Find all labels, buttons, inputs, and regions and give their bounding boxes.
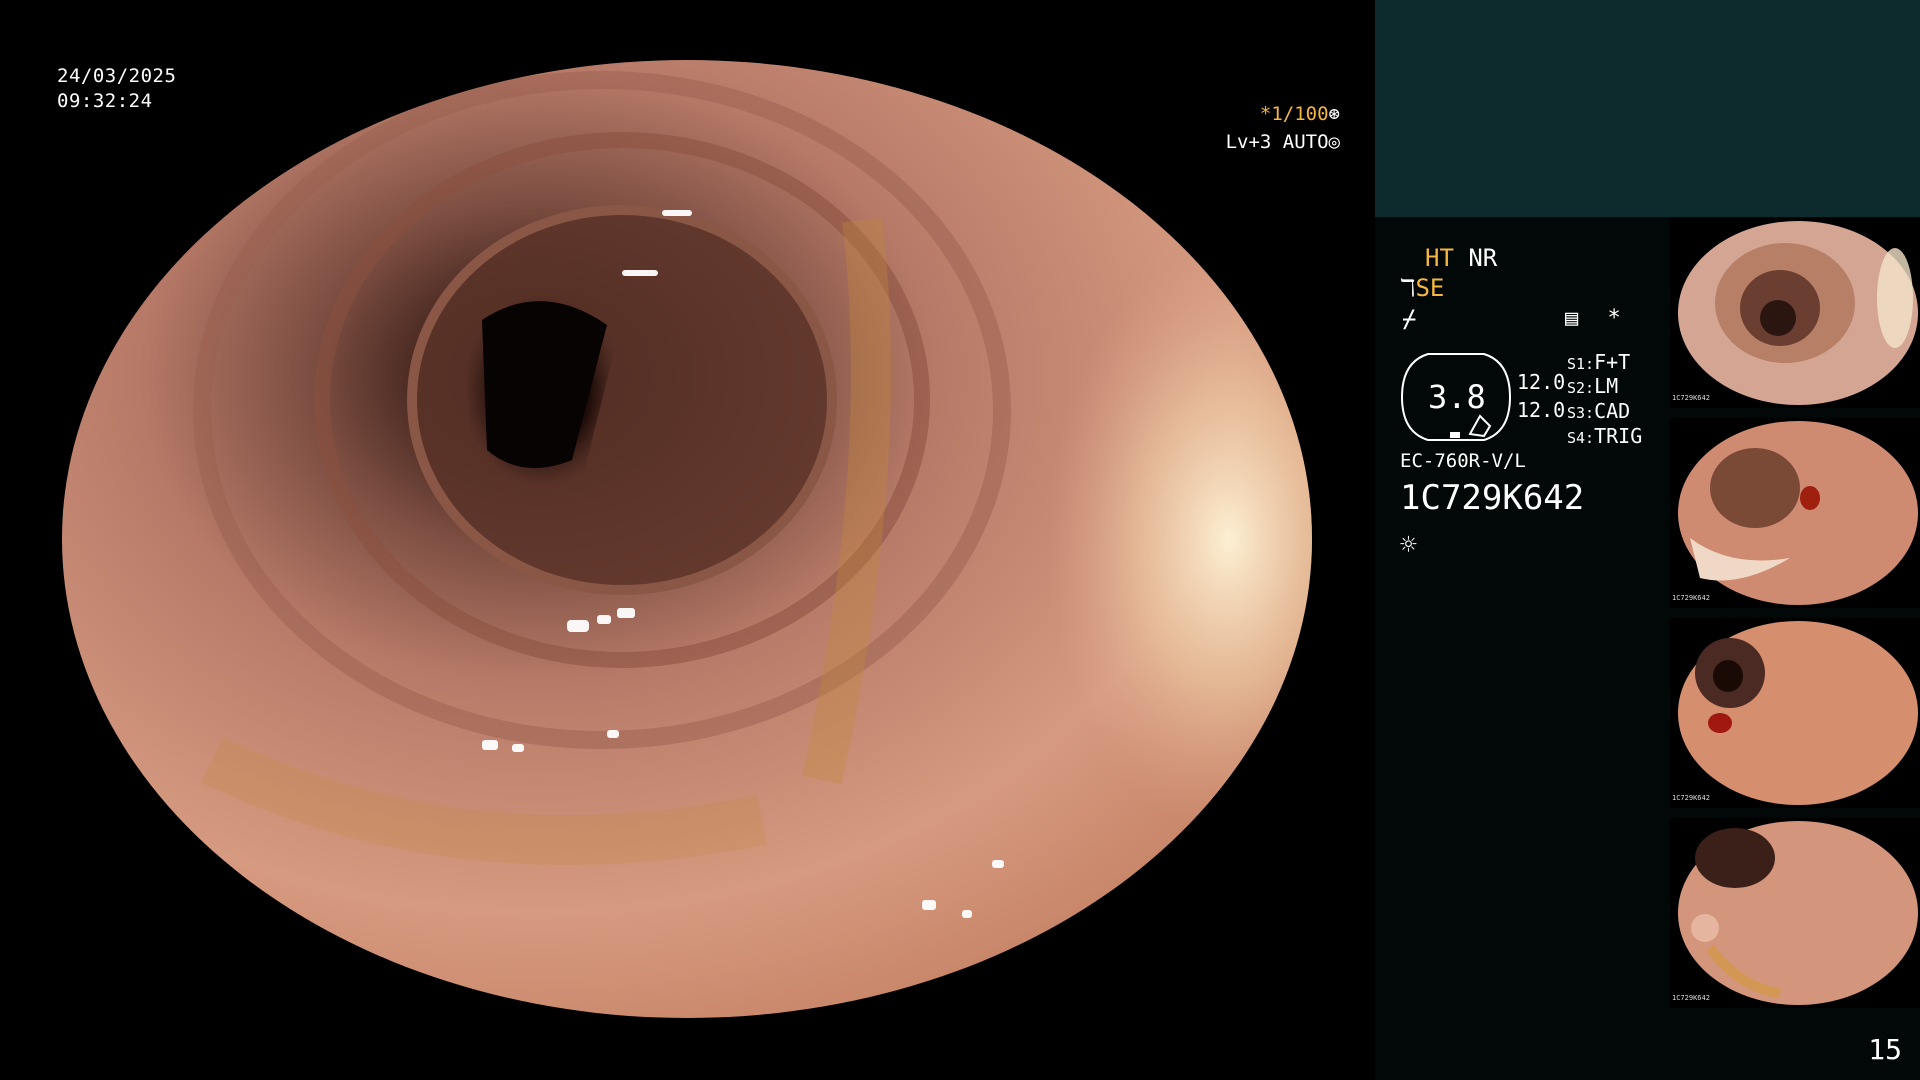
nr-label: NR — [1468, 244, 1498, 272]
time-label: 09:32:24 — [57, 90, 153, 112]
light-source-icon: ☼ — [1400, 528, 1417, 561]
s1-value: F+T — [1594, 350, 1631, 374]
freeze-icon: ⌿ — [1402, 305, 1417, 333]
thumbnail-caption: 1C729K642 — [1672, 394, 1710, 402]
thumbnail-image — [1670, 218, 1920, 408]
colon-lumen-image — [62, 60, 1312, 1018]
zoom-value: 3.8 — [1428, 378, 1486, 416]
scope-model: EC-760R-V/L — [1400, 450, 1526, 472]
s1-key: S1: — [1567, 355, 1595, 373]
auto-iris-icon: ◎ — [1328, 131, 1340, 153]
s4-key: S4: — [1567, 429, 1595, 447]
se-label: SE — [1415, 274, 1445, 302]
thumbnail-caption: 1C729K642 — [1672, 794, 1710, 802]
page-number: 15 — [1868, 1033, 1902, 1066]
scope-serial: 1C729K642 — [1400, 478, 1585, 518]
thumbnail-image — [1670, 618, 1920, 808]
s3-value: CAD — [1594, 399, 1631, 423]
thumbnail-image — [1670, 818, 1920, 1008]
shutter-icon: ⊛ — [1328, 103, 1340, 125]
memo-icon: ▤ — [1565, 306, 1579, 331]
value-2: 12.0 — [1517, 398, 1566, 422]
shutter-speed: *1/100 — [1259, 103, 1329, 125]
s3-key: S3: — [1567, 404, 1595, 422]
s2-key: S2: — [1567, 379, 1595, 397]
thumbnail-4[interactable]: 1C729K642 — [1670, 818, 1920, 1008]
info-panel-header — [1375, 0, 1920, 217]
thumbnail-3[interactable]: 1C729K642 — [1670, 618, 1920, 808]
enhance-icon: ℸ — [1400, 274, 1416, 302]
thumbnail-2[interactable]: 1C729K642 — [1670, 418, 1920, 608]
value-1: 12.0 — [1517, 370, 1566, 394]
asterisk-label: * — [1607, 306, 1621, 331]
thumbnail-1[interactable]: 1C729K642 — [1670, 218, 1920, 408]
date-label: 24/03/2025 — [57, 65, 177, 87]
light-level: Lv+3 AUTO — [1225, 131, 1329, 153]
thumbnail-image — [1670, 418, 1920, 608]
ht-label: HT — [1425, 244, 1454, 272]
endoscope-main-view: 24/03/2025 09:32:24 *1/100⊛ Lv+3 AUTO◎ — [0, 0, 1372, 1080]
datetime-overlay: 24/03/2025 09:32:24 — [57, 64, 176, 114]
thumbnail-caption: 1C729K642 — [1672, 594, 1710, 602]
endoscopy-image — [62, 60, 1312, 1018]
exposure-overlay: *1/100⊛ Lv+3 AUTO◎ — [1190, 100, 1340, 156]
s4-value: TRIG — [1594, 424, 1643, 448]
s2-value: LM — [1594, 374, 1619, 398]
thumbnail-caption: 1C729K642 — [1672, 994, 1710, 1002]
